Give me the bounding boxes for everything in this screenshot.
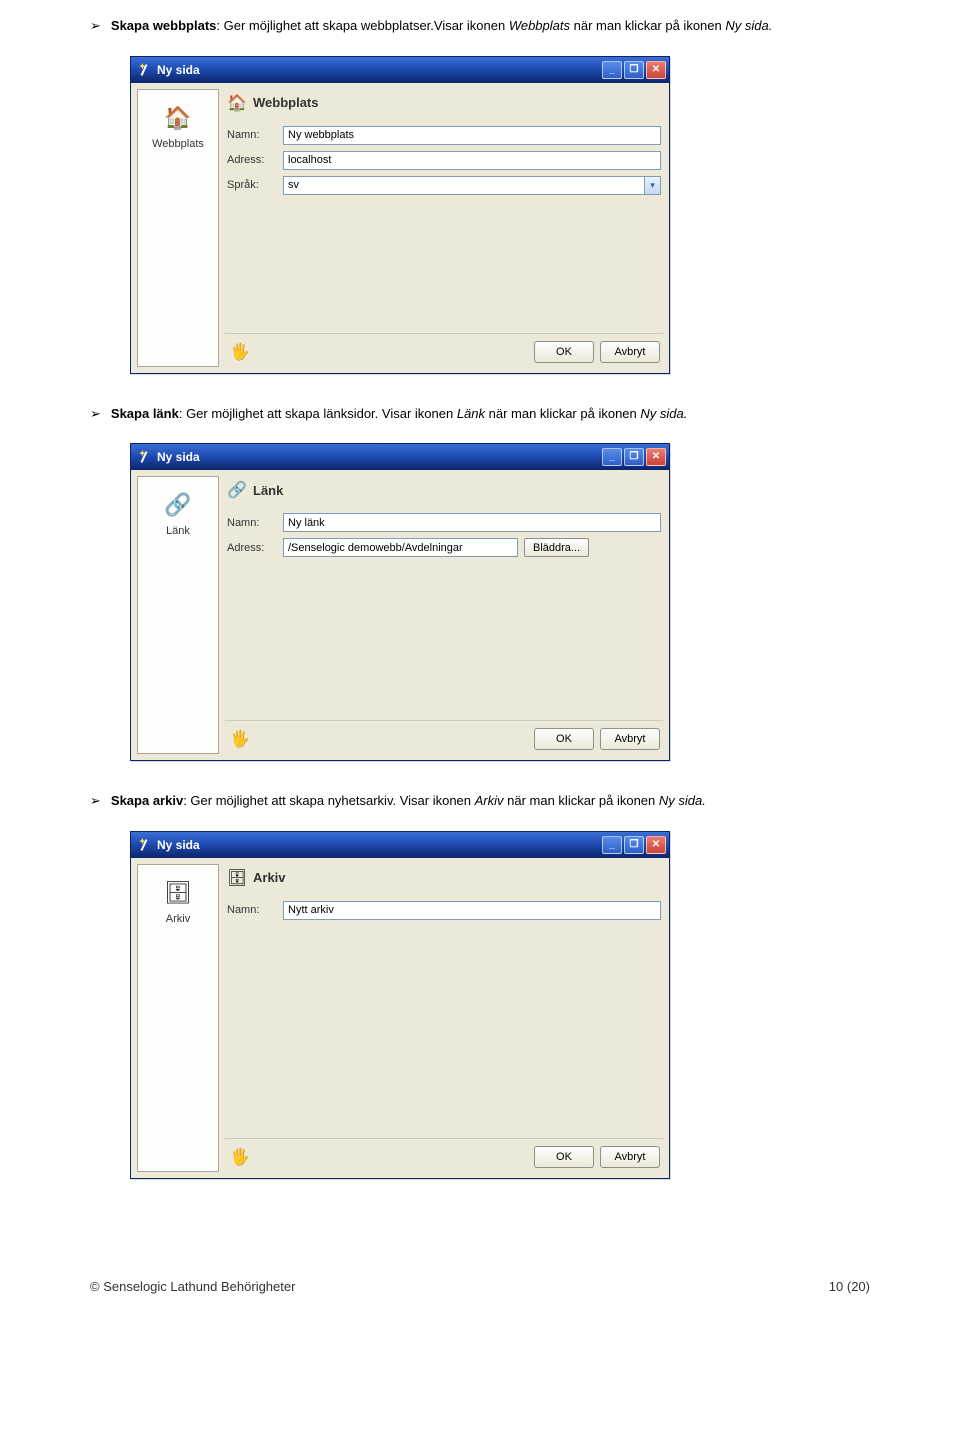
- archive-box-icon: 🗄: [162, 877, 194, 909]
- ok-button[interactable]: OK: [534, 728, 594, 750]
- minimize-button[interactable]: _: [602, 448, 622, 466]
- sidebar-item-arkiv[interactable]: 🗄 Arkiv: [141, 871, 215, 935]
- archive-box-icon: 🗄: [227, 868, 247, 888]
- bullet-bold: Skapa webbplats: [111, 18, 216, 33]
- window-title: Ny sida: [157, 838, 200, 852]
- bullet-item-2: ➢ Skapa länk: Ger möjlighet att skapa lä…: [90, 404, 870, 424]
- cancel-button[interactable]: Avbryt: [600, 341, 660, 363]
- house-icon: 🏠: [162, 102, 194, 134]
- label-adress: Adress:: [227, 154, 277, 166]
- dialog-ny-sida-arkiv: Ny sida _ ❐ ✕ 🗄 Arkiv 🗄 Arkiv: [130, 831, 670, 1179]
- sidebar-item-label: Webbplats: [143, 138, 213, 150]
- bullet-text-2: Skapa länk: Ger möjlighet att skapa länk…: [111, 404, 870, 424]
- bullet-text-1: Skapa webbplats: Ger möjlighet att skapa…: [111, 16, 870, 36]
- arrow-right-icon: ➢: [90, 791, 101, 811]
- titlebar[interactable]: Ny sida _ ❐ ✕: [131, 832, 669, 858]
- sidebar-item-lank[interactable]: 🔗 Länk: [141, 483, 215, 547]
- wand-icon: [137, 450, 151, 464]
- dialog-ny-sida-webbplats: Ny sida _ ❐ ✕ 🏠 Webbplats 🏠 Webbplats: [130, 56, 670, 374]
- ok-button[interactable]: OK: [534, 1146, 594, 1168]
- label-namn: Namn:: [227, 517, 277, 529]
- namn-input[interactable]: [283, 513, 661, 532]
- arrow-right-icon: ➢: [90, 404, 101, 424]
- maximize-button[interactable]: ❐: [624, 836, 644, 854]
- label-namn: Namn:: [227, 129, 277, 141]
- cancel-button[interactable]: Avbryt: [600, 1146, 660, 1168]
- maximize-button[interactable]: ❐: [624, 448, 644, 466]
- footer-left: © Senselogic Lathund Behörigheter: [90, 1279, 295, 1294]
- label-namn: Namn:: [227, 904, 277, 916]
- bullet-item-1: ➢ Skapa webbplats: Ger möjlighet att ska…: [90, 16, 870, 36]
- chevron-down-icon[interactable]: ▾: [644, 176, 661, 195]
- wand-icon: [137, 838, 151, 852]
- hand-icon[interactable]: 🖐: [228, 340, 252, 364]
- sidebar: 🏠 Webbplats: [137, 89, 219, 367]
- chain-link-icon: 🔗: [162, 489, 194, 521]
- adress-input[interactable]: [283, 151, 661, 170]
- window-title: Ny sida: [157, 450, 200, 464]
- hand-icon[interactable]: 🖐: [228, 727, 252, 751]
- close-button[interactable]: ✕: [646, 836, 666, 854]
- sidebar: 🗄 Arkiv: [137, 864, 219, 1172]
- page-footer: © Senselogic Lathund Behörigheter 10 (20…: [0, 1249, 960, 1314]
- cancel-button[interactable]: Avbryt: [600, 728, 660, 750]
- minimize-button[interactable]: _: [602, 61, 622, 79]
- panel-header-label: Arkiv: [253, 870, 286, 885]
- namn-input[interactable]: [283, 126, 661, 145]
- browse-button[interactable]: Bläddra...: [524, 538, 589, 557]
- sidebar-item-label: Länk: [143, 525, 213, 537]
- sidebar-item-label: Arkiv: [143, 913, 213, 925]
- adress-input[interactable]: [283, 538, 518, 557]
- close-button[interactable]: ✕: [646, 61, 666, 79]
- panel-header-label: Webbplats: [253, 95, 319, 110]
- sidebar-item-webbplats[interactable]: 🏠 Webbplats: [141, 96, 215, 160]
- dialog-ny-sida-lank: Ny sida _ ❐ ✕ 🔗 Länk 🔗 Länk: [130, 443, 670, 761]
- wand-icon: [137, 63, 151, 77]
- close-button[interactable]: ✕: [646, 448, 666, 466]
- window-title: Ny sida: [157, 63, 200, 77]
- bullet-text-3: Skapa arkiv: Ger möjlighet att skapa nyh…: [111, 791, 870, 811]
- minimize-button[interactable]: _: [602, 836, 622, 854]
- sprak-input[interactable]: [283, 176, 644, 195]
- titlebar[interactable]: Ny sida _ ❐ ✕: [131, 57, 669, 83]
- hand-icon[interactable]: 🖐: [228, 1145, 252, 1169]
- footer-right: 10 (20): [829, 1279, 870, 1294]
- titlebar[interactable]: Ny sida _ ❐ ✕: [131, 444, 669, 470]
- label-sprak: Språk:: [227, 179, 277, 191]
- globe-house-icon: 🏠: [227, 93, 247, 113]
- chain-link-icon: 🔗: [227, 480, 247, 500]
- sidebar: 🔗 Länk: [137, 476, 219, 754]
- ok-button[interactable]: OK: [534, 341, 594, 363]
- bullet-item-3: ➢ Skapa arkiv: Ger möjlighet att skapa n…: [90, 791, 870, 811]
- maximize-button[interactable]: ❐: [624, 61, 644, 79]
- namn-input[interactable]: [283, 901, 661, 920]
- label-adress: Adress:: [227, 542, 277, 554]
- panel-header-label: Länk: [253, 483, 283, 498]
- arrow-right-icon: ➢: [90, 16, 101, 36]
